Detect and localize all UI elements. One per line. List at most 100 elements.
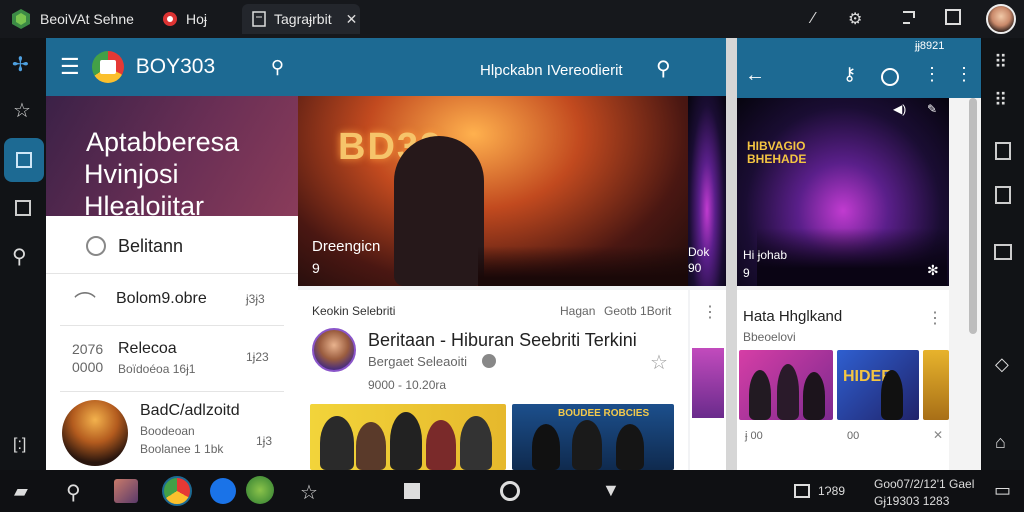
tray-text: 1Ɂ89 [818, 484, 845, 498]
tab-2[interactable]: Hoɉ [152, 4, 242, 34]
tab-3-title: Tagraɉrbit [274, 11, 332, 27]
center-panel: Hlpckabn IVereodierit ⚲ BD39 Dreengicn 9… [298, 38, 726, 470]
article-title[interactable]: Beritaan - Hiburan Seebriti Terkini [368, 330, 637, 351]
search-icon[interactable]: ⚲ [12, 244, 27, 269]
clock-icon [86, 236, 106, 256]
grid-icon[interactable]: ⠿ [994, 52, 1007, 73]
more-vert-icon[interactable]: ⋮ [702, 302, 718, 322]
star-outline-icon[interactable]: ☆ [650, 350, 668, 375]
square-icon[interactable] [404, 483, 420, 499]
timer-icon[interactable] [881, 68, 899, 86]
brand-name: BOY303 [135, 55, 216, 78]
menu-icon[interactable]: ☰ [60, 54, 80, 80]
maximize-icon[interactable] [944, 8, 962, 26]
section-subtitle: Bbeoelovi [743, 330, 796, 344]
list-item[interactable]: ⌒ Bolom9.obre ɉ3ɉ3 [60, 274, 284, 326]
close-icon[interactable]: ✕ [933, 428, 943, 442]
more-vert-icon[interactable]: ⋮ [923, 64, 941, 85]
list-item-label: Belitann [118, 236, 184, 256]
page-icon[interactable] [995, 142, 1011, 160]
grid-icon[interactable]: ⠿ [994, 90, 1007, 111]
photo-thumbnail[interactable]: HIDER [837, 350, 919, 420]
list-item-number: 2076 0000 [72, 341, 104, 375]
square-icon[interactable] [15, 200, 31, 216]
star-outline-icon[interactable]: ☆ [13, 98, 31, 123]
list-item[interactable]: BadC/adlzoitd Boodeoan Boolanee 1 1bk 1ɉ… [46, 392, 298, 470]
left-hero-banner: Aptabberesa Hvinjosi Hlealoiitar [46, 96, 298, 221]
window-icon[interactable] [994, 244, 1012, 260]
hero-line-2: Hvinjosi Hlealoiitar [84, 159, 205, 221]
author-avatar [312, 328, 356, 372]
list-item[interactable]: Belitann [46, 216, 298, 274]
highlight-card[interactable]: Hata Hhglkand Bbeoelovi ⋮ HIDER ɉ 00 00 … [737, 290, 949, 470]
more-vert-icon[interactable]: ⋮ [927, 308, 943, 328]
clock-date: Goo07/2/12'1 Gael [874, 477, 975, 491]
bookmark-icon[interactable]: ▼ [602, 480, 620, 501]
hero-concert-image[interactable]: BD39 Dreengicn 9 [298, 96, 688, 286]
stage-image[interactable]: HIBVAGIO BHEHADE ◀) ✎ Hi ɉohab 9 ✻ [737, 98, 949, 286]
hero-caption: Dreengicn [312, 238, 381, 255]
chat-icon[interactable]: ▰ [14, 481, 28, 502]
more-vert-icon[interactable]: ⋮ [955, 64, 973, 85]
article-card[interactable]: Keokin Selebriti Hagan Geotb 1Borit Beri… [298, 290, 688, 470]
circle-icon[interactable] [500, 481, 520, 501]
center-panel-header: Hlpckabn IVereodierit ⚲ [298, 38, 726, 96]
list-item-sub-2: Boolanee 1 1bk [140, 442, 224, 456]
chrome-icon[interactable] [162, 476, 192, 506]
tab-1[interactable]: BeoiVAt Sehne [0, 4, 150, 34]
pin-icon[interactable]: ✎ [927, 102, 937, 116]
list-item-meta: 1ɉ23 [246, 350, 269, 364]
search-icon[interactable]: ⚲ [656, 56, 671, 81]
notification-icon[interactable]: ▭ [994, 480, 1011, 501]
close-icon[interactable]: ✕ [346, 11, 358, 28]
search-icon[interactable]: ⚲ [271, 57, 284, 78]
minimize-icon[interactable] [900, 8, 918, 26]
side-caption: Dok 90 [688, 245, 710, 275]
search-icon[interactable]: ⚲ [66, 480, 81, 505]
screen-icon[interactable] [794, 484, 810, 498]
section-link[interactable]: Geotb 1Borit [604, 304, 671, 318]
photo-thumbnail[interactable] [923, 350, 949, 420]
right-panel-header: ← ⚷ ⋮ ⋮ [737, 56, 981, 98]
settings-icon[interactable]: ⚙ [848, 9, 862, 29]
star-outline-icon[interactable]: ☆ [300, 480, 318, 505]
right-dock: ⠿ ⠿ ◇ ⌂ [982, 38, 1024, 470]
app-icon[interactable] [210, 478, 236, 504]
active-app-tile[interactable] [4, 138, 44, 182]
photo-thumbnail[interactable]: BOUDEE ROBCIES [512, 404, 674, 470]
crowd-silhouette [478, 246, 688, 286]
app-icon[interactable] [246, 476, 274, 504]
right-panel: ɉɉ8921 ← ⚷ ⋮ ⋮ HIBVAGIO BHEHADE ◀) ✎ Hi … [737, 38, 981, 470]
photo-thumbnail[interactable] [310, 404, 506, 470]
panel-divider[interactable] [726, 38, 737, 470]
page-icon[interactable] [995, 186, 1011, 204]
stage-logo: HIBVAGIO BHEHADE [747, 139, 807, 166]
hero-line-1: Aptabberesa [86, 127, 240, 157]
list-item[interactable]: 2076 0000 Relecoa Boïdoéoa 16ɉ1 1ɉ23 [60, 326, 284, 392]
count-label: 00 [847, 430, 860, 442]
puzzle-icon[interactable]: ✢ [12, 52, 29, 77]
key-icon[interactable]: ⚷ [843, 64, 856, 85]
diamond-icon[interactable]: ◇ [995, 354, 1009, 375]
list-item-sub: Boodeoan [140, 424, 195, 438]
header-title: Hlpckabn IVereodierit [480, 62, 623, 79]
back-arrow-icon[interactable]: ← [745, 64, 765, 87]
bracket-icon[interactable]: [:] [13, 436, 26, 454]
avatar[interactable] [986, 4, 1016, 34]
pen-icon[interactable]: ⁄ [812, 10, 815, 28]
status-bar: ɉɉ8921 [737, 38, 981, 56]
window-tab-bar: BeoiVAt Sehne Hoɉ Tagraɉrbit ✕ ⁄ ⚙ [0, 0, 1024, 38]
photos-app-icon[interactable] [114, 479, 138, 503]
left-panel: ☰ BOY303 ⚲ Aptabberesa Hvinjosi Hlealoii… [46, 38, 298, 470]
home-icon[interactable]: ⌂ [995, 432, 1006, 453]
side-thumb [692, 348, 724, 418]
hero-number: 9 [312, 260, 320, 276]
count-label: ɉ 00 [745, 430, 763, 442]
stage-number: 9 [743, 266, 750, 280]
list-item-meta: ɉ3ɉ3 [246, 292, 265, 306]
tab-3[interactable]: Tagraɉrbit ✕ [242, 4, 360, 34]
speaker-icon[interactable]: ◀) [893, 102, 906, 116]
photo-thumbnail[interactable] [739, 350, 833, 420]
section-link[interactable]: Hagan [560, 304, 595, 318]
scrollbar[interactable] [969, 98, 977, 334]
